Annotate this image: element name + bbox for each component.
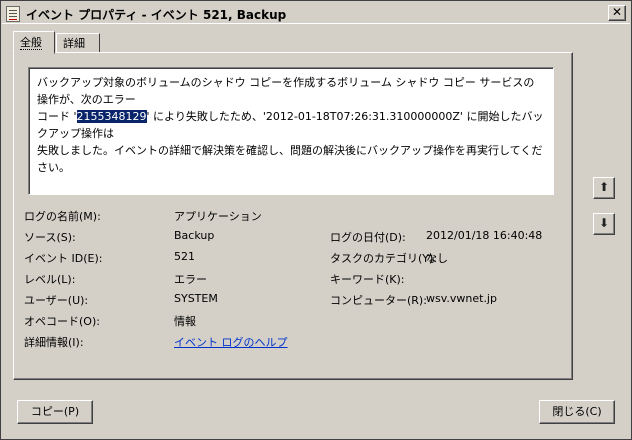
source-value: Backup bbox=[174, 229, 215, 242]
source-label: ソース(S): bbox=[24, 231, 76, 244]
keywords-label: キーワード(K): bbox=[330, 273, 405, 286]
description-line-3: 失敗しました。イベントの詳細で解決策を確認し、問題の解決後にバックアップ操作を再… bbox=[37, 144, 543, 174]
previous-event-button[interactable]: ⬆ bbox=[593, 177, 615, 199]
task-category-label: タスクのカテゴリ(Y): bbox=[330, 252, 438, 265]
level-value: エラー bbox=[174, 273, 207, 286]
level-label: レベル(L): bbox=[24, 273, 76, 286]
close-window-button[interactable]: ✕ bbox=[608, 5, 626, 21]
description-line-2: コード '2155348129' により失敗したため、'2012-01-18T0… bbox=[37, 110, 544, 140]
event-id-value: 521 bbox=[174, 250, 195, 263]
close-button[interactable]: 閉じる(C) bbox=[539, 400, 615, 424]
arrow-down-icon: ⬇ bbox=[598, 216, 610, 230]
more-info-label: 詳細情報(I): bbox=[24, 336, 84, 349]
event-properties-window: イベント プロパティ - イベント 521, Backup ✕ 全般 詳細 バッ… bbox=[0, 0, 632, 440]
task-category-value: なし bbox=[426, 252, 448, 265]
general-tab-panel: バックアップ対象のボリュームのシャドウ コピーを作成するボリューム シャドウ コ… bbox=[13, 52, 573, 380]
log-name-label: ログの名前(M): bbox=[24, 210, 101, 223]
title-bar[interactable]: イベント プロパティ - イベント 521, Backup ✕ bbox=[2, 2, 630, 24]
opcode-label: オペコード(O): bbox=[24, 315, 100, 328]
description-line-1: バックアップ対象のボリュームのシャドウ コピーを作成するボリューム シャドウ コ… bbox=[37, 76, 535, 106]
copy-button[interactable]: コピー(P) bbox=[17, 400, 93, 424]
arrow-up-icon: ⬆ bbox=[598, 180, 610, 194]
next-event-button[interactable]: ⬇ bbox=[593, 213, 615, 235]
logged-value: 2012/01/18 16:40:48 bbox=[426, 229, 543, 242]
selected-error-code: 2155348129 bbox=[76, 110, 147, 123]
event-viewer-icon bbox=[6, 6, 20, 22]
event-description[interactable]: バックアップ対象のボリュームのシャドウ コピーを作成するボリューム シャドウ コ… bbox=[28, 67, 554, 195]
log-name-value: アプリケーション bbox=[174, 210, 262, 223]
user-label: ユーザー(U): bbox=[24, 294, 89, 307]
computer-label: コンピューター(R): bbox=[330, 294, 427, 307]
computer-value: wsv.vwnet.jp bbox=[426, 292, 497, 305]
opcode-value: 情報 bbox=[174, 315, 196, 328]
user-value: SYSTEM bbox=[174, 292, 218, 305]
event-log-help-link[interactable]: イベント ログのヘルプ bbox=[174, 334, 288, 350]
event-id-label: イベント ID(E): bbox=[24, 252, 103, 265]
window-title: イベント プロパティ - イベント 521, Backup bbox=[26, 8, 287, 22]
logged-label: ログの日付(D): bbox=[330, 231, 406, 244]
tab-general[interactable]: 全般 bbox=[13, 31, 55, 54]
tab-details[interactable]: 詳細 bbox=[56, 33, 100, 53]
